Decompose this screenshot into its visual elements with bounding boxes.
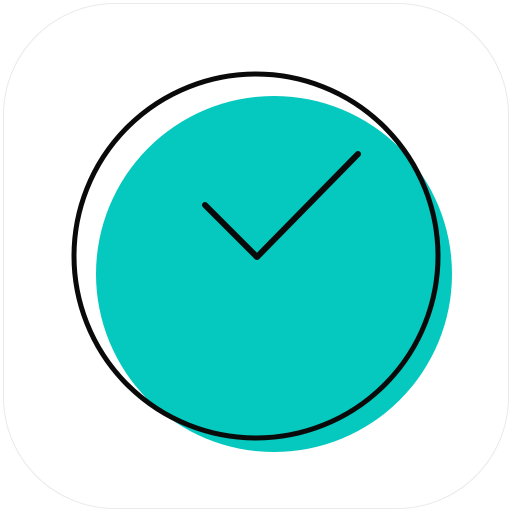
app-icon-stage [0,0,512,512]
clock-icon [71,71,452,452]
accent-disc [96,96,452,452]
